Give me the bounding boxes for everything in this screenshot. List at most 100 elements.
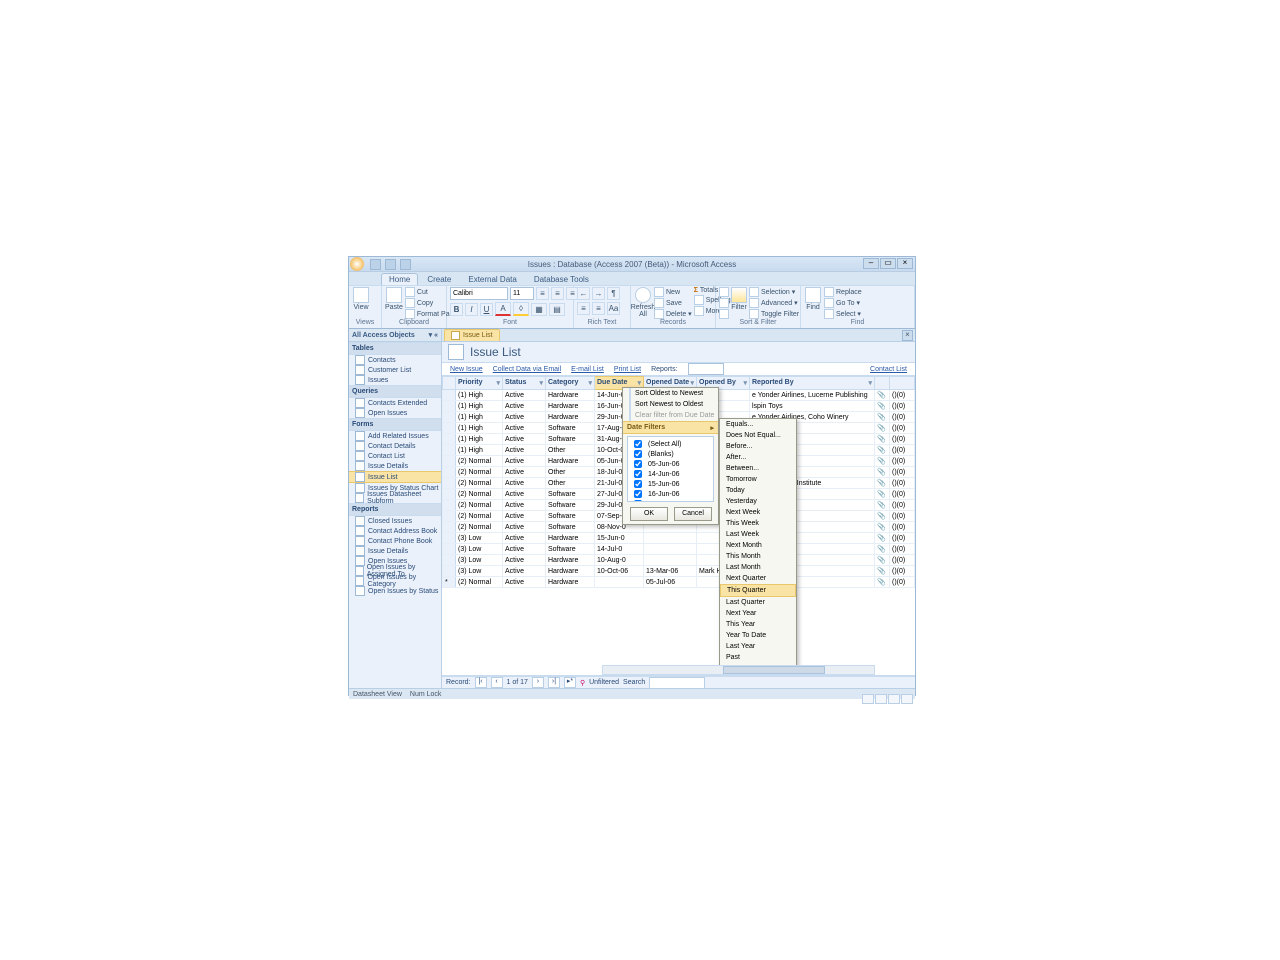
minimize-button[interactable]: – — [863, 258, 879, 269]
due-date-filter-menu[interactable]: Sort Oldest to NewestSort Newest to Olde… — [622, 387, 719, 525]
reports-combo[interactable] — [688, 363, 724, 375]
nav-item-open-issues[interactable]: Open Issues — [349, 408, 441, 418]
filter-value[interactable]: 15-Jun-06 — [630, 479, 711, 489]
nav-item-issue-details[interactable]: Issue Details — [349, 546, 441, 556]
date-filter-next-month[interactable]: Next Month — [720, 540, 796, 551]
table-row[interactable]: (3) LowActiveSoftware14-Jul-0📎()(0) — [443, 544, 915, 555]
select-button[interactable]: Select ▾ — [824, 309, 862, 319]
date-filter-does-not-equal[interactable]: Does Not Equal... — [720, 430, 796, 441]
print-list-link[interactable]: Print List — [614, 366, 641, 373]
date-filter-next-quarter[interactable]: Next Quarter — [720, 573, 796, 584]
close-button[interactable]: × — [897, 258, 913, 269]
ribbon-tab-external-data[interactable]: External Data — [460, 273, 524, 285]
paste-button[interactable]: Paste — [385, 287, 403, 311]
tab-issue-list[interactable]: Issue List — [444, 329, 500, 341]
nav-item-contacts-extended[interactable]: Contacts Extended — [349, 398, 441, 408]
table-row[interactable]: (3) LowActiveHardware10-Aug-0orld Import… — [443, 555, 915, 566]
table-row[interactable]: (3) LowActiveHardware15-Jun-0📎()(0) — [443, 533, 915, 544]
ok-button[interactable]: OK — [630, 507, 668, 521]
align-left-button[interactable]: ≡ — [536, 287, 549, 300]
filter-value[interactable]: 29-Jun-06 — [630, 499, 711, 502]
nav-item-add-related-issues[interactable]: Add Related Issues — [349, 431, 441, 441]
collect-data-link[interactable]: Collect Data via Email — [493, 366, 561, 373]
sort-option[interactable]: Sort Oldest to Newest — [623, 388, 718, 399]
date-filter-this-week[interactable]: This Week — [720, 518, 796, 529]
ribbon-tab-database-tools[interactable]: Database Tools — [526, 273, 597, 285]
email-list-link[interactable]: E-mail List — [571, 366, 604, 373]
nav-item-closed-issues[interactable]: Closed Issues — [349, 516, 441, 526]
col-rowselector[interactable] — [875, 377, 890, 390]
nav-item-issue-list[interactable]: Issue List — [349, 471, 441, 483]
date-filters-submenu[interactable]: Equals...Does Not Equal...Before...After… — [719, 418, 797, 676]
maximize-button[interactable]: ▭ — [880, 258, 896, 269]
font-name-combo[interactable]: Calibri — [450, 287, 508, 300]
form-view-icon[interactable] — [862, 694, 874, 704]
datasheet-view-icon[interactable] — [875, 694, 887, 704]
new-record-nav-button[interactable]: ▸* — [564, 677, 576, 688]
underline-button[interactable]: U — [480, 303, 493, 316]
date-filter-last-quarter[interactable]: Last Quarter — [720, 597, 796, 608]
table-row[interactable]: (3) LowActiveHardware10-Oct-0613-Mar-06M… — [443, 566, 915, 577]
goto-button[interactable]: Go To ▾ — [824, 298, 862, 308]
nav-category-forms[interactable]: Forms — [349, 418, 441, 431]
nav-category-reports[interactable]: Reports — [349, 503, 441, 516]
col-rowselector[interactable] — [443, 377, 456, 390]
last-record-button[interactable]: ›| — [548, 677, 560, 688]
col-rowselector[interactable] — [890, 377, 915, 390]
date-filter-next-year[interactable]: Next Year — [720, 608, 796, 619]
qat-save-icon[interactable] — [370, 259, 381, 270]
nav-item-open-issues-by-status[interactable]: Open Issues by Status — [349, 586, 441, 596]
qat-undo-icon[interactable] — [385, 259, 396, 270]
date-filter-tomorrow[interactable]: Tomorrow — [720, 474, 796, 485]
table-row[interactable]: *(2) NormalActiveHardware05-Jul-06📎()(0) — [443, 577, 915, 588]
new-issue-link[interactable]: New Issue — [450, 366, 483, 373]
delete-record-button[interactable]: Delete ▾ — [654, 309, 692, 319]
date-filter-this-year[interactable]: This Year — [720, 619, 796, 630]
ribbon-tab-home[interactable]: Home — [381, 273, 418, 285]
filter-value[interactable]: 14-Jun-06 — [630, 469, 711, 479]
nav-item-contacts[interactable]: Contacts — [349, 355, 441, 365]
horizontal-scrollbar[interactable] — [602, 665, 875, 675]
layout-view-icon[interactable] — [888, 694, 900, 704]
nav-item-contact-details[interactable]: Contact Details — [349, 441, 441, 451]
search-input[interactable] — [649, 677, 705, 689]
date-filter-today[interactable]: Today — [720, 485, 796, 496]
office-button-icon[interactable] — [350, 257, 364, 271]
gridlines-button[interactable]: ▦ — [531, 303, 547, 316]
find-button[interactable]: Find — [804, 287, 822, 311]
new-record-button[interactable]: New — [654, 287, 692, 297]
replace-button[interactable]: Replace — [824, 287, 862, 297]
nav-header[interactable]: All Access Objects▾ « — [349, 329, 441, 342]
filter-values-list[interactable]: (Select All) (Blanks) 05-Jun-06 14-Jun-0… — [627, 436, 714, 502]
alt-row-color-button[interactable]: ▤ — [549, 303, 565, 316]
nav-item-customer-list[interactable]: Customer List — [349, 365, 441, 375]
date-filter-next-week[interactable]: Next Week — [720, 507, 796, 518]
sort-asc-button[interactable] — [719, 287, 729, 297]
date-filter-last-week[interactable]: Last Week — [720, 529, 796, 540]
date-filter-year-to-date[interactable]: Year To Date — [720, 630, 796, 641]
nav-item-issue-details[interactable]: Issue Details — [349, 461, 441, 471]
date-filter-equals[interactable]: Equals... — [720, 419, 796, 430]
nav-item-contact-phone-book[interactable]: Contact Phone Book — [349, 536, 441, 546]
first-record-button[interactable]: |‹ — [475, 677, 487, 688]
cancel-button[interactable]: Cancel — [674, 507, 712, 521]
col-status[interactable]: Status▾ — [503, 377, 546, 390]
nav-item-open-issues-by-category[interactable]: Open Issues by Category — [349, 576, 441, 586]
filter-value[interactable]: 05-Jun-06 — [630, 459, 711, 469]
sort-option[interactable]: Sort Newest to Oldest — [623, 399, 718, 410]
toggle-filter-button[interactable]: Toggle Filter — [749, 309, 799, 319]
clear-sort-button[interactable] — [719, 309, 729, 319]
view-button[interactable]: View — [352, 287, 370, 311]
filter-value[interactable]: (Blanks) — [630, 449, 711, 459]
next-record-button[interactable]: › — [532, 677, 544, 688]
filter-value[interactable]: 16-Jun-06 — [630, 489, 711, 499]
bold-button[interactable]: B — [450, 303, 463, 316]
font-color-button[interactable]: A — [495, 302, 511, 316]
date-filter-after[interactable]: After... — [720, 452, 796, 463]
ribbon-tab-create[interactable]: Create — [419, 273, 459, 285]
date-filter-last-year[interactable]: Last Year — [720, 641, 796, 652]
col-category[interactable]: Category▾ — [546, 377, 595, 390]
filter-value[interactable]: (Select All) — [630, 439, 711, 449]
contact-list-link[interactable]: Contact List — [870, 366, 907, 373]
prev-record-button[interactable]: ‹ — [491, 677, 503, 688]
